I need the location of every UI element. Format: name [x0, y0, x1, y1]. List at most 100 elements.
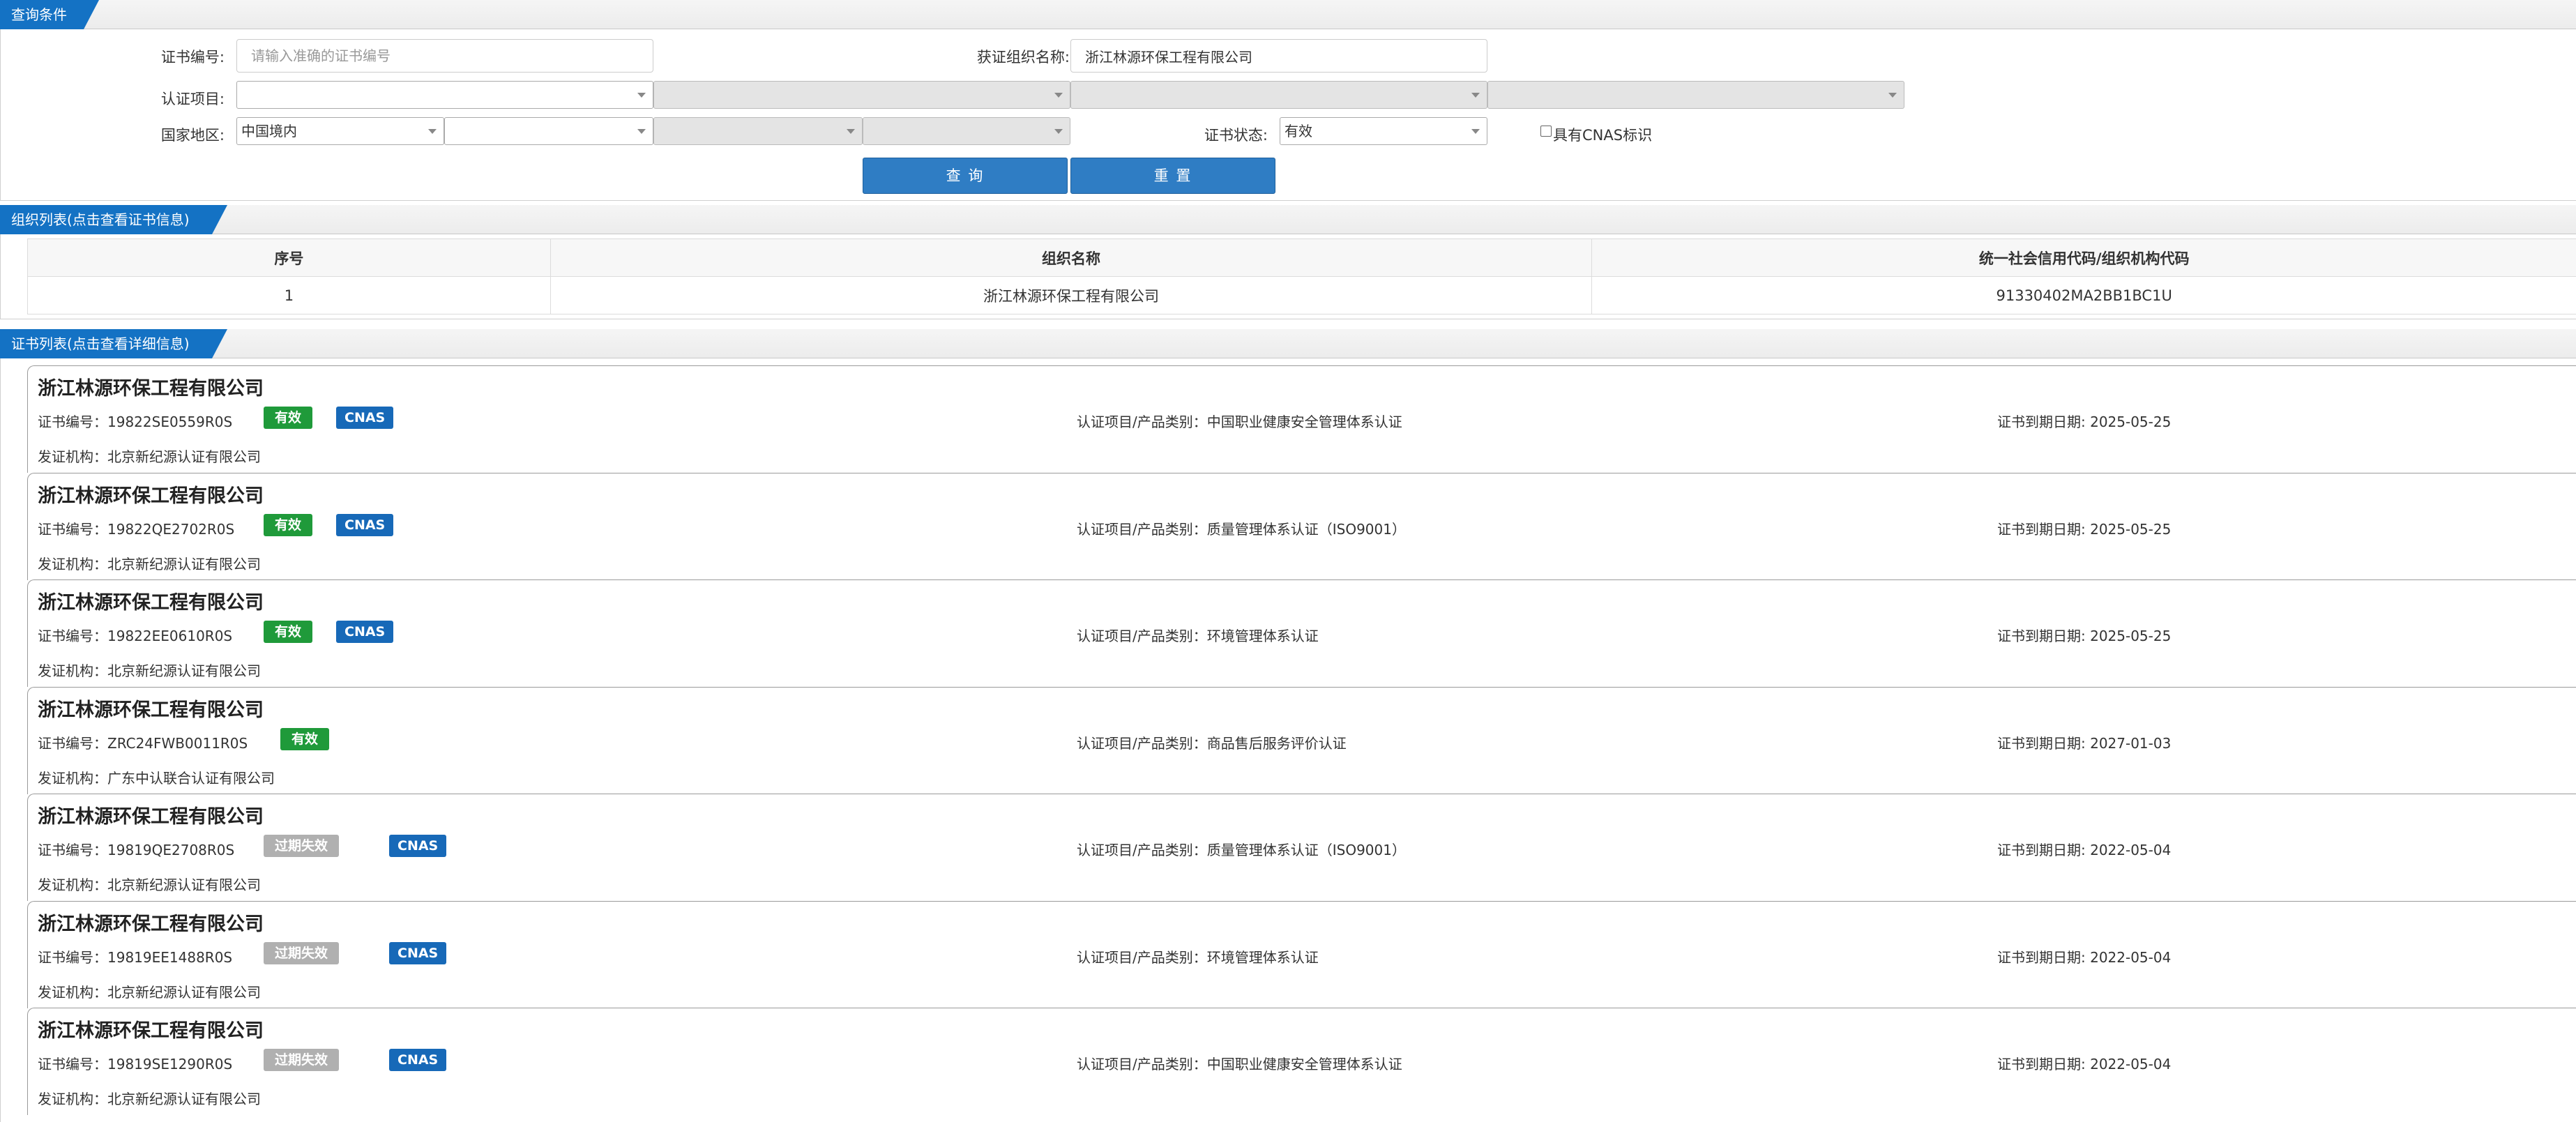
cert-issuer: 发证机构：北京新纪源认证有限公司 [38, 983, 261, 1001]
cert-no-label: 证书编号: [160, 49, 225, 66]
col-header-credit-code: 统一社会信用代码/组织机构代码 [1591, 238, 2576, 277]
cert-card[interactable]: 浙江林源环保工程有限公司证书编号：19819QE2708R0S 过期失效 CNAS 认… [27, 794, 2576, 901]
cert-org-name: 浙江林源环保工程有限公司 [38, 699, 264, 721]
chevron-down-icon [1054, 129, 1063, 134]
chevron-down-icon [428, 129, 437, 134]
cert-item-select-2[interactable] [653, 81, 1070, 109]
status-badge: 过期失效 [264, 835, 340, 857]
cell-index: 1 [27, 276, 551, 314]
cnas-badge: CNAS [336, 621, 394, 643]
cert-expiry-date: 证书到期日期: 2022-05-04 [1997, 1056, 2172, 1072]
cert-issuer: 发证机构：北京新纪源认证有限公司 [38, 555, 261, 573]
region-select-city[interactable] [653, 117, 863, 145]
cert-issuer: 发证机构：北京新纪源认证有限公司 [38, 1091, 261, 1107]
region-select-province[interactable] [444, 117, 653, 145]
org-table: 序号 组织名称 统一社会信用代码/组织机构代码 1 浙江林源环保工程有限公司 9… [27, 238, 2576, 314]
cert-org-name: 浙江林源环保工程有限公司 [38, 913, 264, 935]
status-badge: 过期失效 [264, 941, 340, 964]
org-name-input[interactable] [1070, 39, 1487, 73]
region-label: 国家地区: [160, 127, 225, 144]
table-row[interactable]: 1 浙江林源环保工程有限公司 91330402MA2BB1BC1U [27, 276, 2576, 314]
chevron-down-icon [847, 129, 855, 134]
cert-section-header: 证书列表(点击查看详细信息) [0, 329, 2576, 358]
cert-item: 认证项目/产品类别：质量管理体系认证（ISO9001） [1077, 842, 1406, 858]
status-select-value: 有效 [1285, 123, 1312, 139]
cert-item-select-4[interactable] [1487, 81, 1904, 109]
cert-org-name: 浙江林源环保工程有限公司 [38, 592, 264, 614]
cert-card[interactable]: 浙江林源环保工程有限公司 证书编号：ZRC24FWB0011R0S 有效 认证项目/产… [27, 686, 2576, 794]
cell-org-name: 浙江林源环保工程有限公司 [550, 276, 1593, 314]
status-badge: 有效 [264, 407, 313, 429]
cert-item: 认证项目/产品类别：质量管理体系认证（ISO9001） [1077, 520, 1406, 538]
cert-section-title: 证书列表(点击查看详细信息) [0, 329, 227, 358]
cnas-badge: CNAS [389, 941, 447, 964]
cnas-badge: CNAS [389, 835, 447, 857]
chevron-down-icon [1471, 129, 1480, 134]
search-button[interactable]: 查 询 [863, 158, 1068, 194]
cert-item: 认证项目/产品类别：环境管理体系认证 [1077, 948, 1319, 966]
cert-expiry-date: 证书到期日期: 2027-01-03 [1997, 734, 2172, 752]
cert-expiry-date: 证书到期日期: 2025-05-25 [1997, 414, 2172, 430]
cert-item: 认证项目/产品类别：环境管理体系认证 [1077, 628, 1319, 644]
cert-expiry-date: 证书到期日期: 2022-05-04 [1997, 948, 2172, 966]
chevron-down-icon [1888, 93, 1897, 98]
status-select[interactable]: 有效 [1280, 117, 1487, 145]
chevron-down-icon [1471, 93, 1480, 98]
reset-button[interactable]: 重 置 [1070, 158, 1275, 194]
status-badge: 过期失效 [264, 1049, 340, 1071]
org-table-header-row: 序号 组织名称 统一社会信用代码/组织机构代码 [27, 238, 2576, 277]
region-select-country[interactable]: 中国境内 [236, 117, 444, 145]
cnas-checkbox[interactable] [1540, 126, 1552, 137]
cert-item-label: 认证项目: [160, 91, 225, 107]
cert-expiry-date: 证书到期日期: 2025-05-25 [1997, 628, 2172, 644]
cert-expiry-date: 证书到期日期: 2025-05-25 [1997, 520, 2172, 538]
cert-number: 证书编号：ZRC24FWB0011R0S [38, 734, 248, 752]
region-select-district[interactable] [863, 117, 1070, 145]
query-section-header: 查询条件 [0, 0, 2576, 29]
chevron-down-icon [1054, 93, 1063, 98]
cert-issuer: 发证机构：北京新纪源认证有限公司 [38, 662, 261, 679]
cert-number: 证书编号：19822QE2702R0S [38, 520, 235, 538]
cert-issuer: 发证机构：广东中认联合认证有限公司 [38, 769, 275, 787]
cert-org-name: 浙江林源环保工程有限公司 [38, 806, 264, 828]
query-section-title: 查询条件 [0, 0, 99, 29]
page-root: 查询条件 证书编号: 获证组织名称: 认证项目: 国家地区: 中国境内 证书状态… [0, 0, 2576, 1122]
cert-expiry-date: 证书到期日期: 2022-05-04 [1997, 842, 2172, 858]
cert-item: 认证项目/产品类别：中国职业健康安全管理体系认证 [1077, 414, 1402, 430]
cert-item: 认证项目/产品类别：中国职业健康安全管理体系认证 [1077, 1056, 1402, 1072]
cnas-badge: CNAS [336, 513, 394, 536]
cert-number: 证书编号：19819EE1488R0S [38, 948, 233, 966]
cert-issuer: 发证机构：北京新纪源认证有限公司 [38, 877, 261, 893]
col-header-index: 序号 [27, 238, 551, 277]
cert-card[interactable]: 浙江林源环保工程有限公司证书编号：19822SE0559R0S 有效 CNAS 认证项… [27, 365, 2576, 473]
cnas-checkbox-label: 具有CNAS标识 [1553, 127, 1653, 144]
cert-card[interactable]: 浙江林源环保工程有限公司证书编号：19822EE0610R0S 有效 CNAS 认证项… [27, 579, 2576, 687]
cert-card[interactable]: 浙江林源环保工程有限公司证书编号：19819EE1488R0S 过期失效 CNAS 认… [27, 900, 2576, 1008]
cert-item-select-3[interactable] [1070, 81, 1487, 109]
cert-issuer: 发证机构：北京新纪源认证有限公司 [38, 448, 261, 465]
cert-number: 证书编号：19819QE2708R0S [38, 842, 235, 858]
status-badge: 有效 [264, 621, 313, 643]
org-name-label: 获证组织名称: [976, 49, 1070, 66]
cnas-badge: CNAS [389, 1049, 447, 1071]
region-select-value: 中国境内 [241, 123, 297, 139]
cert-number: 证书编号：19822SE0559R0S [38, 414, 233, 430]
chevron-down-icon [637, 129, 646, 134]
col-header-org-name: 组织名称 [550, 238, 1593, 277]
cert-panel: 浙江林源环保工程有限公司 证书编号：19822SE0559R0S 有效 CNAS 认证项… [0, 358, 2576, 1122]
cert-no-input[interactable] [236, 39, 653, 73]
cnas-badge: CNAS [336, 407, 394, 429]
cert-org-name: 浙江林源环保工程有限公司 [38, 485, 264, 507]
cert-number: 证书编号：19822EE0610R0S [38, 628, 233, 644]
org-section-title: 组织列表(点击查看证书信息) [0, 205, 227, 234]
chevron-down-icon [637, 93, 646, 98]
cert-item-select-1[interactable] [236, 81, 653, 109]
status-label: 证书状态: [1204, 127, 1268, 144]
cert-card[interactable]: 浙江林源环保工程有限公司 证书编号：19819SE1290R0S 过期失效 CNAS 认… [27, 1008, 2576, 1115]
cert-item: 认证项目/产品类别：商品售后服务评价认证 [1077, 734, 1347, 752]
org-panel: 序号 组织名称 统一社会信用代码/组织机构代码 1 浙江林源环保工程有限公司 9… [0, 234, 2576, 319]
status-badge: 有效 [264, 513, 313, 536]
cert-org-name: 浙江林源环保工程有限公司 [38, 378, 264, 400]
cert-card[interactable]: 浙江林源环保工程有限公司证书编号：19822QE2702R0S 有效 CNAS 认证项… [27, 472, 2576, 580]
query-panel: 证书编号: 获证组织名称: 认证项目: 国家地区: 中国境内 证书状态: 有效 … [0, 29, 2576, 201]
